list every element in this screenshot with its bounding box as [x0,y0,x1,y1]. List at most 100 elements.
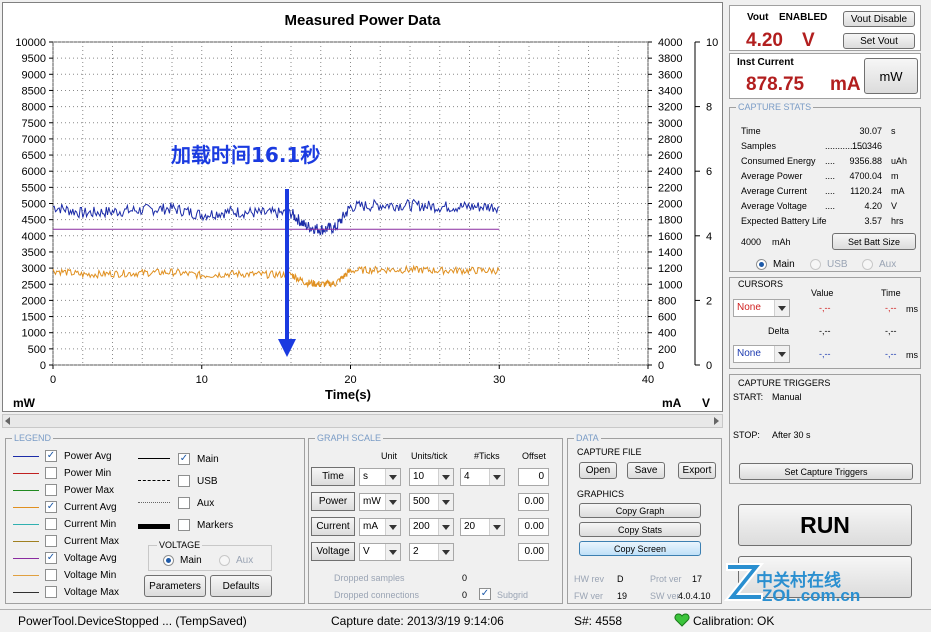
legend-checkbox[interactable] [45,586,57,598]
source-line-swatch [138,524,170,529]
scale-unit-value: mA [363,521,378,532]
scale-row-name[interactable]: Power [311,492,355,511]
legend-line-swatch [13,507,39,508]
chevron-down-icon [389,525,397,530]
voltage-unit-label: V [702,396,711,410]
legend-checkbox[interactable]: ✓ [45,450,57,462]
source-line-swatch [138,502,170,503]
scale-unit-select[interactable]: mW [359,493,401,511]
voltage-tick-label: 6 [706,166,712,178]
scale-row-name[interactable]: Current [311,517,355,536]
set-batt-size-button[interactable]: Set Batt Size [832,233,916,250]
scale-unit-select[interactable]: s [359,468,401,486]
capture-triggers-panel: CAPTURE TRIGGERS START: Manual STOP: Aft… [729,374,921,484]
legend-checkbox[interactable] [45,484,57,496]
legend-checkbox[interactable] [45,569,57,581]
voltage-tick-label: 8 [706,102,712,114]
data-panel: DATA CAPTURE FILE Open Save Export GRAPH… [567,433,722,604]
copy-stats-button[interactable]: Copy Stats [579,522,701,537]
save-button[interactable]: Save [627,462,665,479]
source-label: Markers [197,520,234,531]
legend-checkbox[interactable] [45,467,57,479]
heart-icon [674,612,690,631]
scale-row-name[interactable]: Time [311,467,355,486]
stat-label: Time [741,126,761,136]
scale-unit-select[interactable]: mA [359,518,401,536]
voltage-tick-label: 0 [706,360,712,372]
set-capture-triggers-button[interactable]: Set Capture Triggers [739,463,913,480]
voltage-aux-label: Aux [236,555,254,566]
cursors-panel: CURSORS Value Time None -,-- -,-- ms Del… [729,277,921,369]
scale-offset-input[interactable]: 0 [518,468,549,486]
scroll-left-icon[interactable] [5,417,10,425]
voltage-tick-label: 2 [706,295,712,307]
legend-checkbox[interactable] [45,518,57,530]
stats-source-aux-radio[interactable] [862,259,873,270]
vout-disable-button[interactable]: Vout Disable [843,11,915,27]
scale-unit-select[interactable]: V [359,543,401,561]
voltage-main-radio[interactable] [163,555,174,566]
legend-line-swatch [13,592,39,593]
source-checkbox[interactable] [178,475,190,487]
voltage-aux-radio[interactable] [219,555,230,566]
cursor-2-select[interactable]: None [733,345,790,363]
source-checkbox[interactable]: ✓ [178,453,190,465]
scale-per-tick-value: 200 [413,521,430,532]
stat-unit: hrs [891,216,904,226]
legend-checkbox[interactable]: ✓ [45,501,57,513]
source-line-swatch [138,480,170,481]
stat-unit: uAh [891,156,908,166]
scale-offset-input[interactable]: 0.00 [518,518,549,536]
scale-row-name[interactable]: Voltage [311,542,355,561]
defaults-button[interactable]: Defaults [210,575,272,597]
scroll-right-icon[interactable] [714,417,719,425]
stats-source-main-radio[interactable] [756,259,767,270]
scale-per-tick-select[interactable]: 200 [409,518,454,536]
scale-offset-input[interactable]: 0.00 [518,493,549,511]
stat-unit: s [891,126,896,136]
legend-checkbox[interactable] [45,535,57,547]
x-tick-label: 30 [493,374,505,386]
chevron-down-icon [442,500,450,505]
stats-source-usb-radio[interactable] [810,259,821,270]
run-button[interactable]: RUN [738,504,912,546]
scale-per-tick-value: 2 [413,546,419,557]
prot-ver-value: 17 [692,574,703,584]
current-tick-label: 4000 [658,37,682,49]
chart-title: Measured Power Data [284,12,441,29]
export-button[interactable]: Export [678,462,716,479]
scale-offset-input[interactable]: 0.00 [518,543,549,561]
battery-size-value: 4000 [741,237,762,247]
left-tick-label: 5000 [22,199,46,211]
graph-scale-title: GRAPH SCALE [315,433,384,443]
scale-per-tick-select[interactable]: 10 [409,468,454,486]
parameters-button[interactable]: Parameters [144,575,206,597]
chevron-down-icon [493,525,501,530]
set-vout-button[interactable]: Set Vout [843,33,915,49]
source-checkbox[interactable] [178,497,190,509]
cursors-title: CURSORS [738,279,784,289]
mw-toggle-button[interactable]: mW [864,58,918,94]
legend-checkbox[interactable]: ✓ [45,552,57,564]
subgrid-checkbox[interactable]: ✓ [479,588,491,600]
scale-per-tick-select[interactable]: 500 [409,493,454,511]
cursor-1-select[interactable]: None [733,299,790,317]
copy-screen-button[interactable]: Copy Screen [579,541,701,556]
open-button[interactable]: Open [579,462,617,479]
left-tick-label: 0 [40,360,46,372]
scale-ticks-select[interactable]: 20 [460,518,505,536]
legend-panel: LEGEND ✓ Power Avg Power Min Power Max ✓ Curr… [5,433,305,604]
scale-ticks-select[interactable]: 4 [460,468,505,486]
copy-graph-button[interactable]: Copy Graph [579,503,701,518]
scale-per-tick-select[interactable]: 2 [409,543,454,561]
legend-line-swatch [13,541,39,542]
vout-panel: Vout ENABLED 4.20 V Vout Disable Set Vou… [729,5,921,51]
voltage-main-label: Main [180,555,202,566]
chart-scrollbar[interactable] [2,414,723,428]
stat-unit: m [891,171,899,181]
current-tick-label: 800 [658,295,676,307]
left-tick-label: 10000 [15,37,46,49]
left-tick-label: 2500 [22,279,46,291]
source-checkbox[interactable] [178,519,190,531]
data-title: DATA [574,433,601,443]
